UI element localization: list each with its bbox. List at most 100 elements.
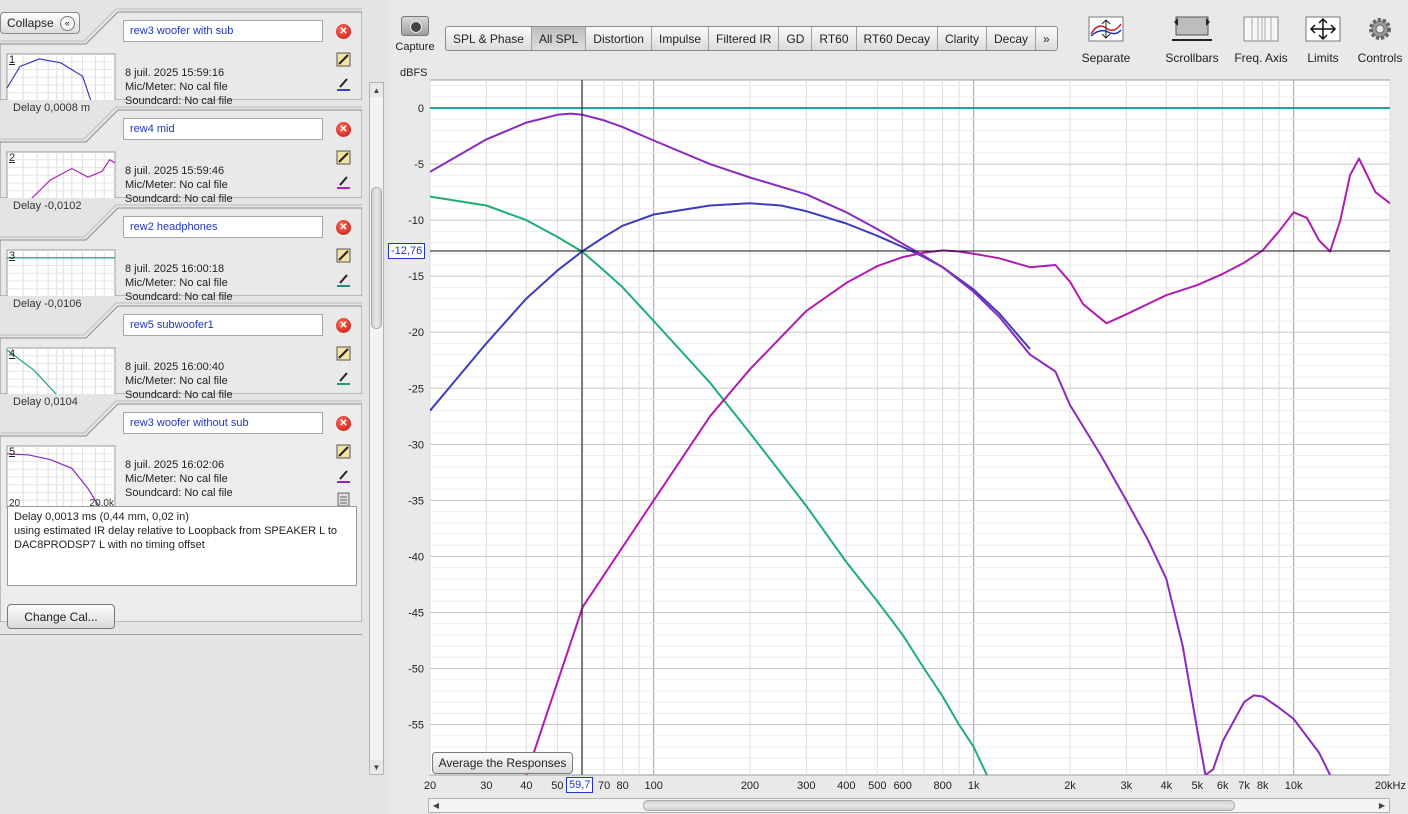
thumbnail-plot: 2020,0k xyxy=(6,445,116,509)
edit-info-icon[interactable] xyxy=(336,346,351,361)
delay-text: Delay 0,0013 ms (0,44 mm, 0,02 in) xyxy=(14,511,189,523)
scrollbar-thumb[interactable] xyxy=(371,187,382,329)
delay-info-box: Delay 0,0013 ms (0,44 mm, 0,02 in) using… xyxy=(7,506,357,586)
measurement-thumbnail[interactable]: 2020,0k xyxy=(0,142,116,215)
scroll-down-icon[interactable]: ▼ xyxy=(370,760,383,774)
edit-info-icon[interactable] xyxy=(336,52,351,67)
measurement-name-field[interactable]: rew2 headphones xyxy=(123,216,323,238)
tab-spl-phase[interactable]: SPL & Phase xyxy=(446,27,532,50)
measurement-thumbnail[interactable]: 2020,0k xyxy=(0,338,116,411)
limits-icon xyxy=(1305,16,1341,42)
controls-button[interactable]: Controls xyxy=(1356,16,1404,65)
capture-button[interactable]: Capture xyxy=(392,16,438,53)
x-tick-label: 500 xyxy=(868,780,886,792)
tab-decay[interactable]: Decay xyxy=(987,27,1037,50)
tab-filtered-ir[interactable]: Filtered IR xyxy=(709,27,780,50)
measurement-name-field[interactable]: rew4 mid xyxy=(123,118,323,140)
edit-info-icon[interactable] xyxy=(336,248,351,263)
x-tick-label: 70 xyxy=(598,780,610,792)
measurement-date: 8 juil. 2025 15:59:46 xyxy=(125,165,225,177)
tab-distortion[interactable]: Distortion xyxy=(586,27,652,50)
measurement-thumbnail[interactable]: 2020,0k xyxy=(0,44,116,117)
x-tick-label: 20kHz xyxy=(1375,780,1406,792)
spl-graph[interactable]: 0 -5 -10 -15 -20 -25 -30 -35 -40 -45 -50 -55 dBFS 20 3… xyxy=(388,60,1408,814)
x-tick-label: 3k xyxy=(1121,780,1133,792)
line-color-icon[interactable] xyxy=(336,370,351,385)
thumbnail-plot: 2020,0k xyxy=(6,151,116,215)
delete-icon[interactable]: ✕ xyxy=(336,122,351,137)
tab-rt60-decay[interactable]: RT60 Decay xyxy=(857,27,938,50)
measurement-name-field[interactable]: rew3 woofer without sub xyxy=(123,412,323,434)
x-tick-label: 80 xyxy=(617,780,629,792)
tab-gd[interactable]: GD xyxy=(779,27,813,50)
delete-icon[interactable]: ✕ xyxy=(336,416,351,431)
measurements-panel: Collapse « rew3 woofer with sub ✕ 8 juil… xyxy=(0,0,388,814)
measurement-number: 5 xyxy=(9,446,16,458)
tab-rt60[interactable]: RT60 xyxy=(812,27,857,50)
plot-area xyxy=(429,79,1391,776)
line-color-icon[interactable] xyxy=(336,468,351,483)
edit-info-icon[interactable] xyxy=(336,444,351,459)
measurement-date: 8 juil. 2025 15:59:16 xyxy=(125,67,225,79)
measurement-item[interactable]: rew3 woofer with sub ✕ 8 juil. 2025 15:5… xyxy=(0,0,362,117)
line-color-icon[interactable] xyxy=(336,272,351,287)
delete-icon[interactable]: ✕ xyxy=(336,24,351,39)
edit-info-icon[interactable] xyxy=(336,150,351,165)
scroll-up-icon[interactable]: ▲ xyxy=(370,83,383,97)
cursor-y-readout: -12,76 xyxy=(388,243,426,259)
tab-more-chevron-icon[interactable]: » xyxy=(1036,27,1057,50)
y-tick-label: -25 xyxy=(408,383,424,395)
freq-axis-icon xyxy=(1243,16,1279,42)
y-tick-label: -20 xyxy=(408,327,424,339)
x-tick-label: 50 xyxy=(551,780,563,792)
y-axis-unit: dBFS xyxy=(400,67,428,79)
measurement-thumbnail[interactable]: 2020,0k xyxy=(0,240,116,313)
scrollbar-thumb[interactable] xyxy=(643,800,1235,811)
line-color-icon[interactable] xyxy=(336,174,351,189)
x-tick-label: 8k xyxy=(1257,780,1269,792)
measurement-item[interactable]: rew5 subwoofer1 ✕ 8 juil. 2025 16:00:40 … xyxy=(0,294,362,411)
graph-tabs: SPL & Phase All SPL Distortion Impulse Filte… xyxy=(445,26,1058,51)
measurement-item[interactable]: rew3 woofer without sub ✕ 8 juil. 2025 1… xyxy=(0,392,362,622)
measurement-list-scrollbar[interactable]: ▲ ▼ xyxy=(369,82,384,775)
average-responses-button[interactable]: Average the Responses xyxy=(432,752,573,774)
change-cal-button[interactable]: Change Cal... xyxy=(7,604,115,629)
measurement-number: 1 xyxy=(9,54,16,66)
limits-button[interactable]: Limits xyxy=(1302,16,1344,65)
line-color-icon[interactable] xyxy=(336,76,351,91)
measurement-number: 2 xyxy=(9,152,16,164)
measurement-number: 3 xyxy=(9,250,16,262)
delay-note: using estimated IR delay relative to Loo… xyxy=(14,525,338,551)
thumbnail-plot: 2020,0k xyxy=(6,53,116,117)
y-tick-label: -30 xyxy=(408,439,424,451)
y-tick-label: -10 xyxy=(408,215,424,227)
freq-axis-button[interactable]: Freq. Axis xyxy=(1233,16,1289,65)
tab-all-spl[interactable]: All SPL xyxy=(531,27,587,50)
measurement-name-field[interactable]: rew5 subwoofer1 xyxy=(123,314,323,336)
delete-icon[interactable]: ✕ xyxy=(336,318,351,333)
x-tick-label: 800 xyxy=(933,780,951,792)
graph-horizontal-scrollbar[interactable]: ◀ ▶ xyxy=(428,798,1390,813)
delete-icon[interactable]: ✕ xyxy=(336,220,351,235)
separate-icon xyxy=(1088,16,1124,42)
tab-impulse[interactable]: Impulse xyxy=(652,27,710,50)
scroll-right-icon[interactable]: ▶ xyxy=(1375,799,1389,812)
measurement-number: 4 xyxy=(9,348,16,360)
x-tick-label: 40 xyxy=(520,780,532,792)
tab-clarity[interactable]: Clarity xyxy=(938,27,988,50)
measurement-soundcard: Soundcard: No cal file xyxy=(125,487,233,499)
measurement-mic: Mic/Meter: No cal file xyxy=(125,81,228,93)
x-tick-label: 4k xyxy=(1161,780,1173,792)
x-tick-label: 5k xyxy=(1192,780,1204,792)
measurement-mic: Mic/Meter: No cal file xyxy=(125,179,228,191)
scroll-left-icon[interactable]: ◀ xyxy=(429,799,443,812)
scrollbars-button[interactable]: Scrollbars xyxy=(1164,16,1220,65)
measurement-name-field[interactable]: rew3 woofer with sub xyxy=(123,20,323,42)
notes-icon[interactable] xyxy=(336,492,351,507)
y-tick-label: -45 xyxy=(408,607,424,619)
separate-button[interactable]: Separate xyxy=(1081,16,1131,65)
x-tick-label: 6k xyxy=(1217,780,1229,792)
measurement-mic: Mic/Meter: No cal file xyxy=(125,473,228,485)
measurement-item[interactable]: rew2 headphones ✕ 8 juil. 2025 16:00:18 … xyxy=(0,196,362,313)
measurement-item[interactable]: rew4 mid ✕ 8 juil. 2025 15:59:46 Mic/Met… xyxy=(0,98,362,215)
